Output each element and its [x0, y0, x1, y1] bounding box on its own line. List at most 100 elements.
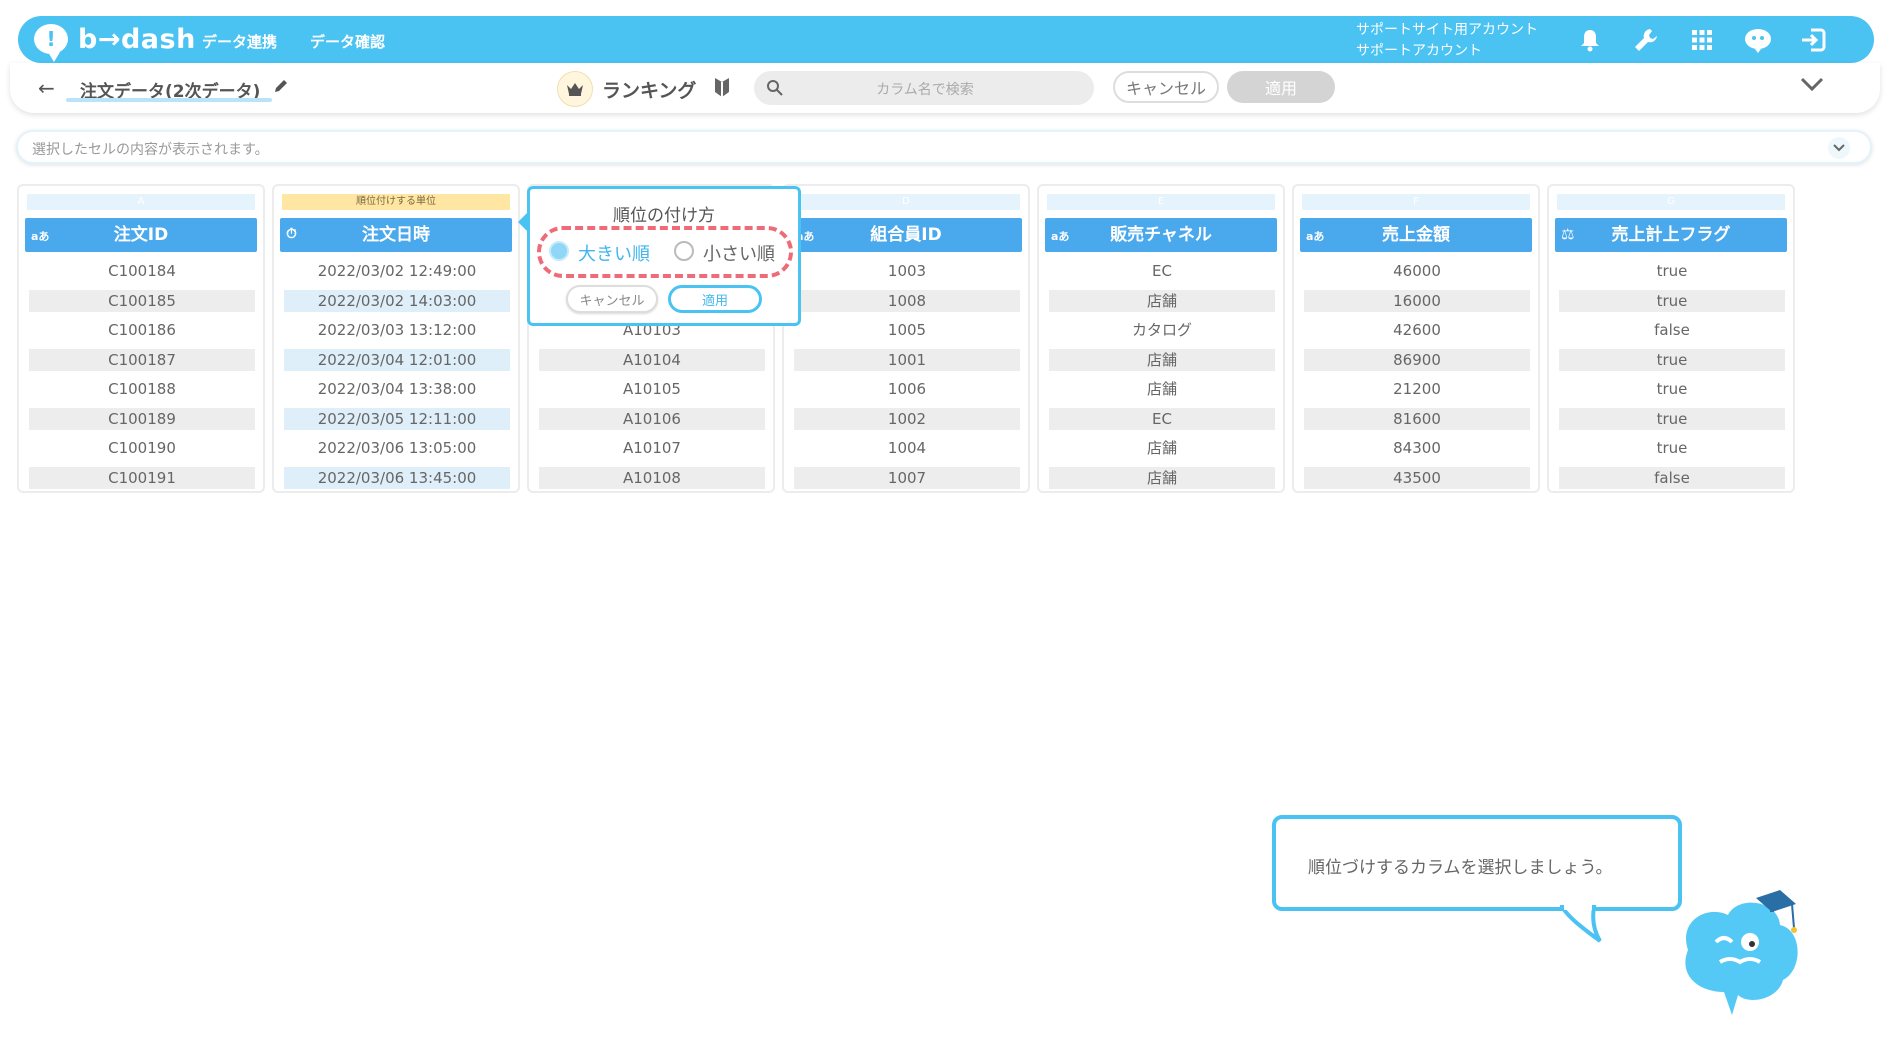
- pencil-icon[interactable]: [273, 78, 289, 98]
- table-cell[interactable]: C100189: [29, 408, 255, 430]
- apply-button[interactable]: 適用: [1227, 71, 1335, 103]
- table-cell[interactable]: 86900: [1304, 349, 1530, 371]
- account-subname: サポートアカウント: [1356, 43, 1482, 59]
- column-letter: D: [792, 194, 1020, 210]
- cell-content-bar[interactable]: [16, 130, 1872, 164]
- table-cell[interactable]: 16000: [1304, 290, 1530, 312]
- table-cell[interactable]: EC: [1049, 260, 1275, 282]
- table-cell[interactable]: A10108: [539, 467, 765, 489]
- back-arrow-icon[interactable]: ←: [38, 76, 55, 100]
- guide-message: 順位づけするカラムを選択しましょう。: [1308, 858, 1613, 878]
- column-header[interactable]: 組合員ID: [790, 218, 1022, 252]
- column-header[interactable]: 売上金額: [1300, 218, 1532, 252]
- column-header[interactable]: 注文ID: [25, 218, 257, 252]
- column-header[interactable]: 売上計上フラグ: [1555, 218, 1787, 252]
- table-cell[interactable]: true: [1559, 260, 1785, 282]
- table-cell[interactable]: false: [1559, 319, 1785, 341]
- table-cell[interactable]: 1008: [794, 290, 1020, 312]
- table-cell[interactable]: 2022/03/04 12:01:00: [284, 349, 510, 371]
- table-cell[interactable]: 店舗: [1049, 467, 1275, 489]
- table-cell[interactable]: 1007: [794, 467, 1020, 489]
- table-cell[interactable]: 2022/03/05 12:11:00: [284, 408, 510, 430]
- grid-icon[interactable]: [1686, 24, 1718, 56]
- chevron-down-icon[interactable]: [1800, 76, 1824, 96]
- table-cell[interactable]: 店舗: [1049, 349, 1275, 371]
- table-cell[interactable]: true: [1559, 408, 1785, 430]
- nav-data-integration[interactable]: データ連携: [202, 31, 277, 52]
- table-cell[interactable]: 1003: [794, 260, 1020, 282]
- table-cell[interactable]: C100186: [29, 319, 255, 341]
- table-cell[interactable]: A10104: [539, 349, 765, 371]
- column-g[interactable]: G 売上計上フラグ ⚖ true true false true true tr…: [1547, 184, 1795, 493]
- column-d[interactable]: D 組合員ID aあ 1003 1008 1005 1001 1006 1002…: [782, 184, 1030, 493]
- table-cell[interactable]: 店舗: [1049, 437, 1275, 459]
- table-cell[interactable]: true: [1559, 349, 1785, 371]
- chat-mascot-icon[interactable]: [1742, 24, 1774, 56]
- brand-name: b→dash: [78, 23, 196, 55]
- clock-icon: ⏱: [286, 226, 297, 242]
- dataset-name-underline: [66, 98, 272, 102]
- table-cell[interactable]: 1002: [794, 408, 1020, 430]
- table-cell[interactable]: true: [1559, 290, 1785, 312]
- logout-icon[interactable]: [1798, 24, 1830, 56]
- cancel-button[interactable]: キャンセル: [1113, 71, 1219, 103]
- table-cell[interactable]: 1004: [794, 437, 1020, 459]
- popup-cancel-button[interactable]: キャンセル: [566, 285, 658, 313]
- table-cell[interactable]: 店舗: [1049, 378, 1275, 400]
- search-placeholder: カラム名で検索: [876, 82, 974, 98]
- column-e[interactable]: E 販売チャネル aあ EC 店舗 カタログ 店舗 店舗 EC 店舗 店舗: [1037, 184, 1285, 493]
- table-cell[interactable]: A10107: [539, 437, 765, 459]
- table-cell[interactable]: C100188: [29, 378, 255, 400]
- radio-ascending[interactable]: [674, 241, 694, 261]
- radio-descending[interactable]: [549, 241, 569, 261]
- table-cell[interactable]: EC: [1049, 408, 1275, 430]
- mascot-icon: [1668, 880, 1814, 1024]
- table-cell[interactable]: 1001: [794, 349, 1020, 371]
- table-cell[interactable]: 2022/03/06 13:05:00: [284, 437, 510, 459]
- table-cell[interactable]: 2022/03/06 13:45:00: [284, 467, 510, 489]
- column-letter: G: [1557, 194, 1785, 210]
- beginner-mark-icon[interactable]: [713, 76, 731, 102]
- table-cell[interactable]: A10106: [539, 408, 765, 430]
- table-cell[interactable]: 2022/03/02 12:49:00: [284, 260, 510, 282]
- column-b[interactable]: 順位付けする単位 注文日時 ⏱ 2022/03/02 12:49:00 2022…: [272, 184, 520, 493]
- table-cell[interactable]: false: [1559, 467, 1785, 489]
- table-cell[interactable]: C100187: [29, 349, 255, 371]
- column-header[interactable]: 注文日時: [280, 218, 512, 252]
- bell-icon[interactable]: [1574, 24, 1606, 56]
- table-cell[interactable]: 店舗: [1049, 290, 1275, 312]
- table-cell[interactable]: 2022/03/03 13:12:00: [284, 319, 510, 341]
- table-cell[interactable]: C100185: [29, 290, 255, 312]
- table-cell[interactable]: 1006: [794, 378, 1020, 400]
- table-cell[interactable]: 2022/03/04 13:38:00: [284, 378, 510, 400]
- table-cell[interactable]: 2022/03/02 14:03:00: [284, 290, 510, 312]
- table-cell[interactable]: A10105: [539, 378, 765, 400]
- table-cell[interactable]: 1005: [794, 319, 1020, 341]
- table-cell[interactable]: true: [1559, 378, 1785, 400]
- feature-title: ランキング: [602, 80, 697, 102]
- table-cell[interactable]: カタログ: [1049, 319, 1275, 341]
- column-header[interactable]: 販売チャネル: [1045, 218, 1277, 252]
- table-cell[interactable]: C100191: [29, 467, 255, 489]
- expand-chevron-icon[interactable]: [1828, 137, 1850, 159]
- logo[interactable]: ! b→dash: [34, 22, 196, 62]
- wrench-icon[interactable]: [1630, 24, 1662, 56]
- table-cell[interactable]: 81600: [1304, 408, 1530, 430]
- table-cell[interactable]: C100190: [29, 437, 255, 459]
- table-cell[interactable]: 43500: [1304, 467, 1530, 489]
- table-cell[interactable]: true: [1559, 437, 1785, 459]
- column-a[interactable]: A 注文ID aあ C100184 C100185 C100186 C10018…: [17, 184, 265, 493]
- account-info[interactable]: サポートサイト用アカウント サポートアカウント: [1356, 20, 1538, 62]
- table-cell[interactable]: 21200: [1304, 378, 1530, 400]
- column-f[interactable]: F 売上金額 aあ 46000 16000 42600 86900 21200 …: [1292, 184, 1540, 493]
- column-letter: E: [1047, 194, 1275, 210]
- table-cell[interactable]: 84300: [1304, 437, 1530, 459]
- radio-descending-label[interactable]: 大きい順: [578, 240, 650, 266]
- table-cell[interactable]: 46000: [1304, 260, 1530, 282]
- radio-ascending-label[interactable]: 小さい順: [703, 240, 775, 266]
- table-cell[interactable]: C100184: [29, 260, 255, 282]
- nav-data-check[interactable]: データ確認: [310, 31, 385, 52]
- popup-apply-button[interactable]: 適用: [668, 285, 762, 313]
- ranking-unit-label: 順位付けする単位: [282, 194, 510, 210]
- table-cell[interactable]: 42600: [1304, 319, 1530, 341]
